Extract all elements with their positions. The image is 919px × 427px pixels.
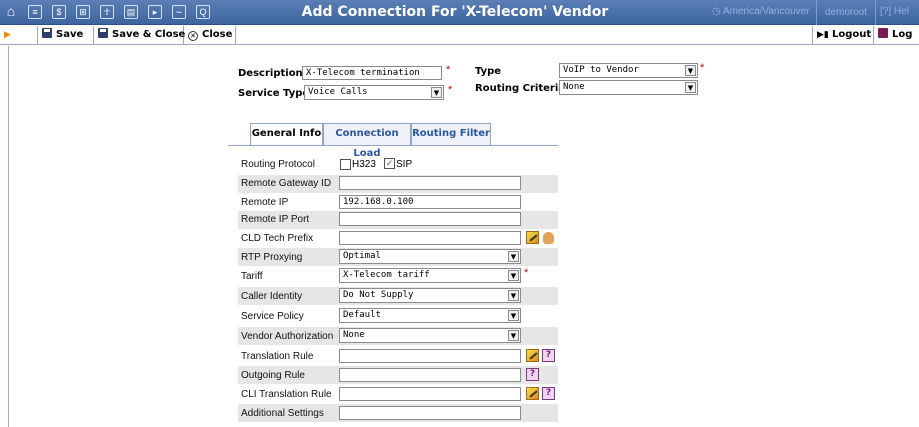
service-policy-label: Service Policy — [241, 311, 304, 322]
remote-ip-label: Remote IP — [241, 197, 289, 208]
hand-icon[interactable] — [543, 232, 554, 244]
help-icon[interactable]: ? — [542, 387, 555, 400]
close-icon: ✕ — [188, 31, 198, 41]
routing-protocol-label: Routing Protocol — [241, 159, 315, 170]
h323-checkbox[interactable] — [340, 159, 351, 170]
save-icon — [42, 28, 52, 38]
sip-checkbox[interactable]: ✓ — [384, 158, 395, 169]
tools-icon[interactable]: ⊞ — [76, 5, 90, 19]
vendor-authorization-label: Vendor Authorization — [241, 331, 334, 342]
save-button[interactable]: Save — [38, 26, 94, 44]
sip-label: SIP — [396, 159, 413, 170]
export-icon[interactable]: ▸ — [148, 5, 162, 19]
help-icon[interactable]: ? — [542, 349, 555, 362]
remote-gateway-id-input[interactable] — [339, 176, 521, 190]
chevron-down-icon: ▼ — [508, 330, 519, 341]
remote-gateway-id-label: Remote Gateway ID — [241, 178, 332, 189]
rtp-proxying-select[interactable]: Optimal ▼ — [339, 249, 521, 264]
close-button[interactable]: ✕ Close — [184, 26, 236, 44]
wizard-icon[interactable] — [526, 387, 539, 400]
outgoing-rule-input[interactable] — [339, 368, 521, 382]
cld-tech-prefix-label: CLD Tech Prefix — [241, 233, 314, 244]
routing-criteria-select[interactable]: None ▼ — [559, 80, 698, 95]
rtp-proxying-label: RTP Proxying — [241, 252, 303, 263]
table-icon[interactable]: ▤ — [124, 5, 138, 19]
type-select[interactable]: VoIP to Vendor ▼ — [559, 63, 698, 78]
clock-icon: ◷ — [712, 6, 723, 17]
help-link[interactable]: [?] Hel — [880, 6, 909, 17]
users-icon[interactable]: ☥ — [100, 5, 114, 19]
required-marker: * — [448, 84, 453, 96]
routing-criteria-label: Routing Criteria — [475, 83, 566, 94]
customers-icon[interactable]: ≡ — [28, 5, 42, 19]
required-marker: * — [446, 64, 451, 76]
timezone-link[interactable]: ◷ America/Vancouver — [712, 6, 809, 17]
cld-tech-prefix-input[interactable] — [339, 231, 521, 245]
wizard-icon[interactable] — [526, 349, 539, 362]
description-input[interactable]: X-Telecom termination — [302, 66, 442, 80]
chevron-down-icon: ▼ — [431, 87, 442, 98]
toolbar: ▶ Save Save & Close ✕ Close ▶▮ Logout Log — [0, 26, 919, 45]
tab-routing-filter[interactable]: Routing Filter — [411, 123, 491, 145]
save-close-button[interactable]: Save & Close — [94, 26, 185, 44]
chevron-down-icon: ▼ — [508, 270, 519, 281]
translation-rule-input[interactable] — [339, 349, 521, 363]
remote-ip-port-label: Remote IP Port — [241, 214, 310, 225]
content-border — [8, 46, 9, 427]
log-icon — [878, 28, 888, 38]
tab-general-info[interactable]: General Info — [250, 123, 323, 146]
billing-icon[interactable]: $ — [52, 5, 66, 19]
description-label: Description — [238, 68, 303, 79]
save-close-icon — [98, 28, 108, 38]
help-icon[interactable]: ? — [526, 368, 539, 381]
cli-translation-rule-label: CLI Translation Rule — [241, 389, 332, 400]
additional-settings-input[interactable] — [339, 406, 521, 420]
tariff-label: Tariff — [241, 271, 263, 282]
chevron-down-icon: ▼ — [508, 310, 519, 321]
h323-label: H323 — [352, 159, 376, 170]
additional-settings-label: Additional Settings — [241, 408, 324, 419]
service-type-select[interactable]: Voice Calls ▼ — [304, 85, 444, 100]
vendor-authorization-select[interactable]: None ▼ — [339, 328, 521, 343]
toolbar-arrow[interactable]: ▶ — [0, 26, 38, 44]
chevron-down-icon: ▼ — [685, 65, 696, 76]
tariff-select[interactable]: X-Telecom tariff ▼ — [339, 268, 521, 283]
remote-ip-port-input[interactable] — [339, 212, 521, 226]
play-arrow-icon: ▶ — [4, 30, 11, 40]
tab-divider — [228, 145, 558, 146]
cli-translation-rule-input[interactable] — [339, 387, 521, 401]
top-navigation-bar: ⌂ ≡ $ ⊞ ☥ ▤ ▸ ∼ Q Add Connection For 'X-… — [0, 0, 919, 25]
log-button[interactable]: Log — [874, 26, 919, 44]
logout-icon: ▶▮ — [817, 30, 833, 40]
user-link[interactable]: demoroot — [816, 0, 876, 25]
required-marker: * — [524, 267, 529, 279]
caller-identity-label: Caller Identity — [241, 291, 303, 302]
caller-identity-select[interactable]: Do Not Supply ▼ — [339, 288, 521, 303]
chart-icon[interactable]: ∼ — [172, 5, 186, 19]
logout-button[interactable]: ▶▮ Logout — [812, 26, 874, 44]
chevron-down-icon: ▼ — [685, 82, 696, 93]
chevron-down-icon: ▼ — [508, 251, 519, 262]
required-marker: * — [700, 62, 705, 74]
home-icon[interactable]: ⌂ — [4, 4, 18, 19]
service-type-label: Service Type — [238, 88, 310, 99]
outgoing-rule-label: Outgoing Rule — [241, 370, 305, 381]
search-icon[interactable]: Q — [196, 5, 210, 19]
type-label: Type — [475, 66, 502, 77]
help-icon: [?] — [880, 6, 894, 17]
chevron-down-icon: ▼ — [508, 290, 519, 301]
translation-rule-label: Translation Rule — [241, 351, 314, 362]
wizard-icon[interactable] — [526, 231, 539, 244]
tab-connection-load[interactable]: Connection Load — [323, 123, 411, 159]
service-policy-select[interactable]: Default ▼ — [339, 308, 521, 323]
remote-ip-input[interactable]: 192.168.0.100 — [339, 195, 521, 209]
page-title: Add Connection For 'X-Telecom' Vendor — [301, 4, 609, 20]
